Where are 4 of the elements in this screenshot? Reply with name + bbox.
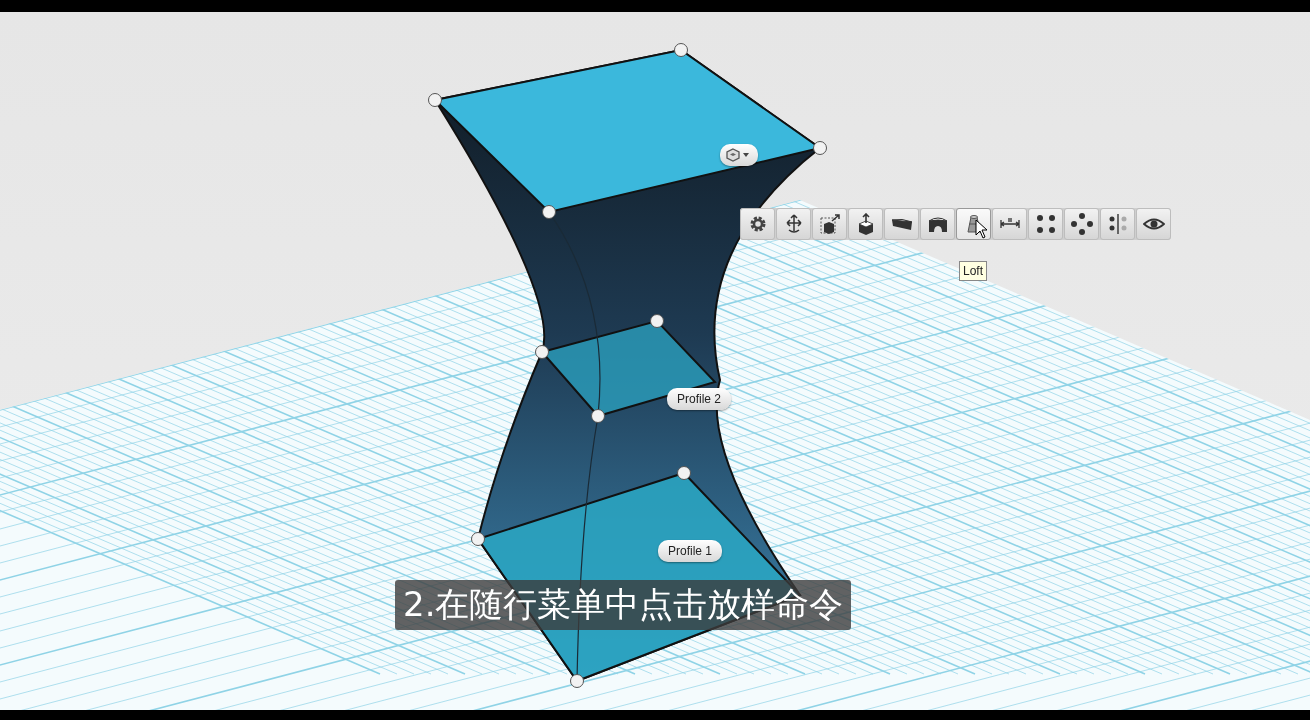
profile-label-tooltip: Profile 2 <box>667 388 732 410</box>
tooltip: Loft <box>959 261 987 281</box>
profile-label-tooltip: Profile 1 <box>658 540 723 562</box>
video-subtitle-toast: 2.在随行菜单中点击放样命令 <box>395 580 852 630</box>
